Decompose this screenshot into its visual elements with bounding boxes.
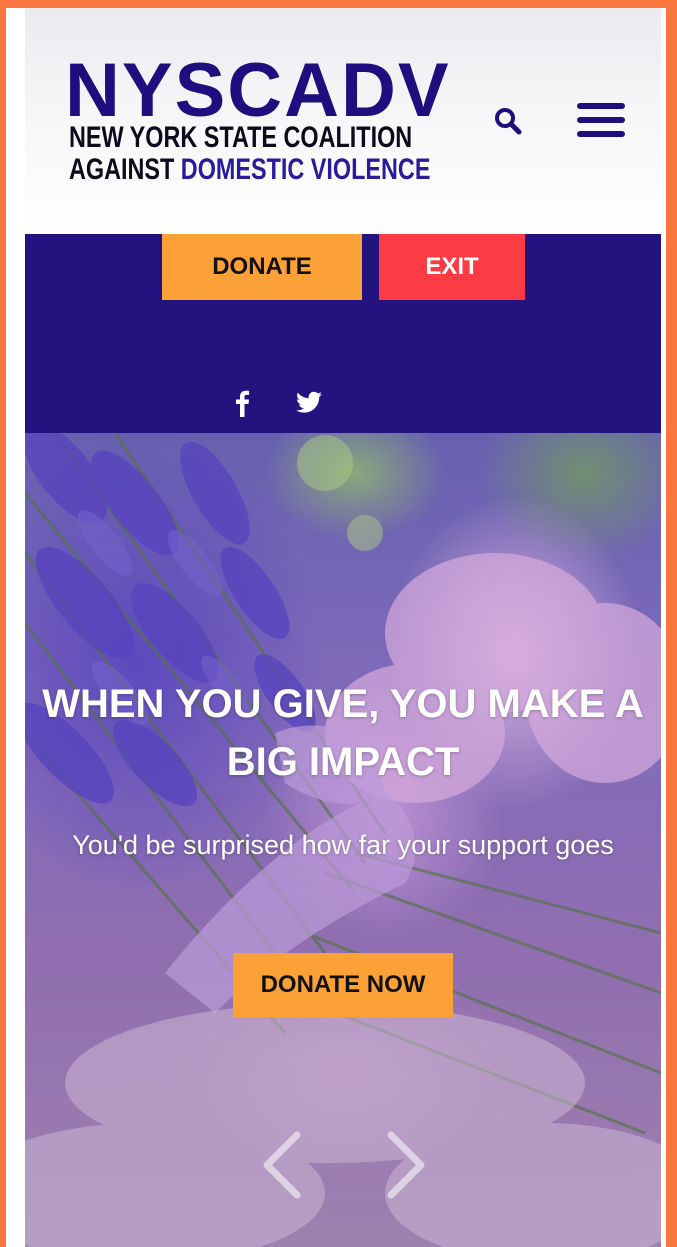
- search-icon: [495, 108, 522, 135]
- logo-tagline-line2: AGAINST DOMESTIC VIOLENCE: [69, 154, 430, 186]
- exit-button[interactable]: EXIT: [379, 234, 525, 300]
- facebook-link[interactable]: [226, 386, 258, 418]
- menu-button[interactable]: [577, 100, 625, 140]
- logo-tagline-against: AGAINST: [69, 153, 181, 186]
- nyscadv-logo[interactable]: NYSCADV NEW YORK STATE COALITION AGAINST…: [65, 48, 480, 186]
- mobile-page: NYSCADV NEW YORK STATE COALITION AGAINST…: [25, 8, 661, 1247]
- facebook-icon: [236, 390, 250, 417]
- hero-subtitle: You'd be surprised how far your support …: [72, 830, 614, 860]
- hamburger-menu-icon-bar: [577, 131, 625, 137]
- hamburger-menu-icon-bar: [577, 117, 625, 123]
- logo-tagline-line1: NEW YORK STATE COALITION: [69, 121, 413, 154]
- donate-button[interactable]: DONATE: [162, 234, 362, 300]
- chevron-right-icon: [387, 1131, 425, 1199]
- hero-title: WHEN YOU GIVE, YOU MAKE A BIG IMPACT: [42, 682, 644, 784]
- donate-now-button[interactable]: DONATE NOW: [233, 953, 453, 1017]
- logo-wordmark: NYSCADV: [65, 48, 451, 133]
- logo-tagline-accent: DOMESTIC VIOLENCE: [180, 153, 431, 186]
- slider-next-button[interactable]: [383, 1129, 429, 1201]
- twitter-link[interactable]: [293, 386, 325, 418]
- twitter-icon: [296, 391, 322, 413]
- slider-prev-button[interactable]: [259, 1129, 305, 1201]
- chevron-left-icon: [263, 1131, 301, 1199]
- site-header: NYSCADV NEW YORK STATE COALITION AGAINST…: [25, 8, 661, 234]
- hero-slider: WHEN YOU GIVE, YOU MAKE A BIG IMPACT You…: [25, 433, 661, 1247]
- action-bar: DONATE EXIT: [25, 234, 661, 433]
- search-button[interactable]: [493, 106, 523, 136]
- hamburger-menu-icon: [577, 103, 625, 109]
